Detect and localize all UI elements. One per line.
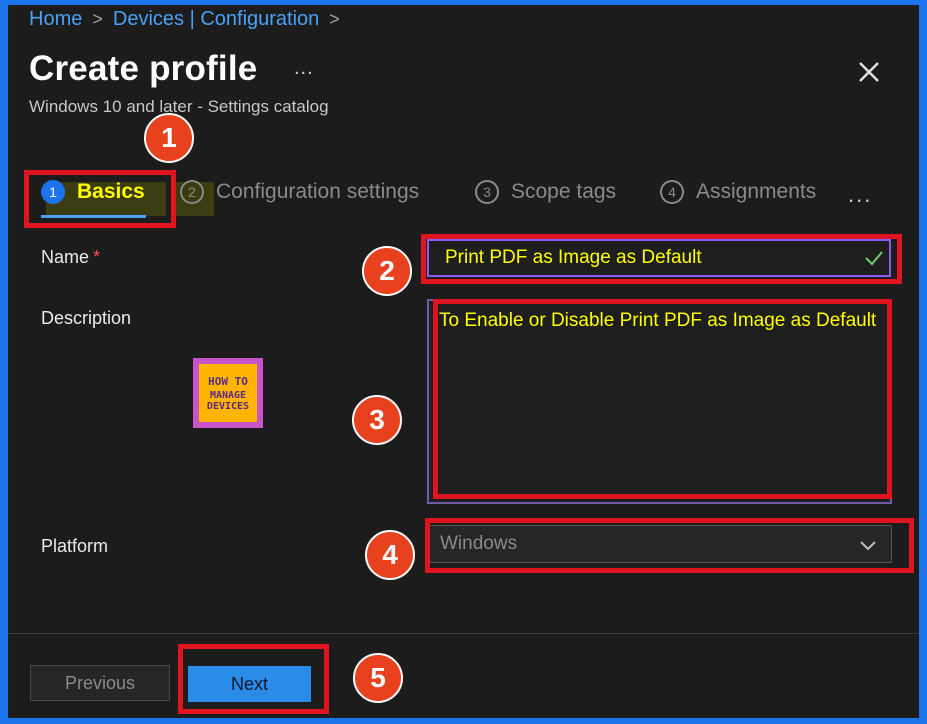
footer-divider — [8, 633, 919, 634]
step-number: 3 — [475, 180, 499, 204]
breadcrumb: Home > Devices | Configuration > — [29, 8, 340, 31]
annotation-box-basics — [24, 170, 176, 228]
annotation-box-platform — [425, 518, 914, 573]
breadcrumb-separator: > — [92, 9, 103, 29]
tab-label: Scope tags — [511, 180, 617, 203]
platform-label: Platform — [41, 536, 109, 556]
annotation-badge-4: 4 — [365, 530, 415, 580]
close-button[interactable] — [854, 57, 884, 87]
previous-button[interactable]: Previous — [30, 665, 170, 701]
annotation-box-next — [178, 644, 329, 714]
tab-label: Assignments — [696, 180, 817, 203]
tab-scope-tags[interactable]: 3 Scope tags — [475, 180, 616, 204]
annotation-badge-3: 3 — [352, 395, 402, 445]
annotation-box-description — [433, 299, 892, 499]
more-options-button[interactable]: ... — [294, 57, 314, 80]
breadcrumb-devices-configuration[interactable]: Devices | Configuration — [113, 8, 319, 31]
howtomanagedevices-logo: HOW TO MANAGE DEVICES — [193, 358, 263, 428]
annotation-badge-2: 2 — [362, 246, 412, 296]
tab-label: Configuration settings — [216, 180, 420, 203]
name-label: Name * — [41, 247, 100, 268]
breadcrumb-home[interactable]: Home — [29, 8, 82, 31]
logo-line-2: MANAGE DEVICES — [206, 389, 250, 412]
page-title: Create profile — [29, 49, 258, 88]
tabs-more-button[interactable]: ... — [848, 182, 872, 208]
close-icon — [859, 62, 879, 82]
required-marker: * — [93, 247, 101, 267]
step-number: 4 — [660, 180, 684, 204]
description-label: Description — [41, 308, 132, 328]
tab-configuration-settings[interactable]: 2 Configuration settings — [180, 180, 419, 204]
annotation-box-name — [421, 234, 902, 284]
logo-line-1: HOW TO — [208, 374, 248, 388]
annotation-badge-1: 1 — [144, 113, 194, 163]
logo-inner: HOW TO MANAGE DEVICES — [199, 364, 257, 422]
create-profile-panel: Home > Devices | Configuration > Create … — [8, 5, 919, 718]
tab-assignments[interactable]: 4 Assignments — [660, 180, 816, 204]
breadcrumb-separator: > — [329, 9, 340, 29]
step-number: 2 — [180, 180, 204, 204]
annotation-badge-5: 5 — [353, 653, 403, 703]
name-label-text: Name — [41, 247, 90, 267]
